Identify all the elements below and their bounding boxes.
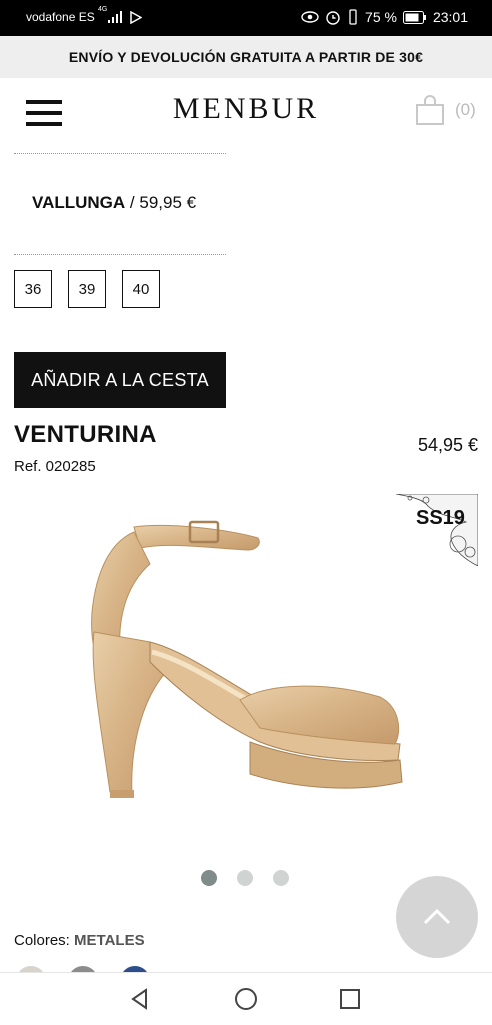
size-selector: 36 39 40 xyxy=(14,270,160,308)
promo-banner[interactable]: ENVÍO Y DEVOLUCIÓN GRATUITA A PARTIR DE … xyxy=(0,36,492,78)
carousel-dot[interactable] xyxy=(273,870,289,886)
previous-product-separator: / xyxy=(125,193,140,212)
colors-label: Colores: xyxy=(14,932,75,949)
battery-icon xyxy=(402,10,426,24)
previous-product-line[interactable]: VALLUNGA / 59,95 € xyxy=(32,193,196,213)
alarm-icon xyxy=(326,11,340,25)
size-option[interactable]: 40 xyxy=(122,270,160,308)
season-badge: SS19 xyxy=(396,494,478,566)
eye-icon xyxy=(301,11,319,23)
carrier-name: vodafone ES xyxy=(26,10,95,24)
carousel-dot[interactable] xyxy=(237,870,253,886)
back-icon[interactable] xyxy=(128,987,152,1011)
clock: 23:01 xyxy=(432,9,468,25)
vibrate-icon xyxy=(349,9,357,25)
divider xyxy=(14,153,226,154)
shopping-bag-icon[interactable] xyxy=(414,94,446,126)
size-option[interactable]: 36 xyxy=(14,270,52,308)
site-header: MENBUR (0) xyxy=(0,78,492,148)
badge-text: SS19 xyxy=(416,507,465,529)
recents-icon[interactable] xyxy=(338,987,362,1011)
play-store-icon xyxy=(130,11,142,24)
carousel-dot[interactable] xyxy=(201,870,217,886)
size-option[interactable]: 39 xyxy=(68,270,106,308)
divider xyxy=(14,254,226,255)
product-reference: Ref. 020285 xyxy=(14,458,96,475)
chevron-up-icon xyxy=(423,908,451,925)
scroll-to-top-button[interactable] xyxy=(396,876,478,958)
cart-count[interactable]: (0) xyxy=(455,100,476,120)
colors-line: Colores: METALES xyxy=(14,932,145,949)
system-nav-bar xyxy=(0,972,492,1025)
signal-icon xyxy=(108,11,122,23)
status-bar: vodafone ES 4G 75 % 23:01 xyxy=(0,0,492,36)
previous-product-price: 59,95 € xyxy=(139,193,197,212)
network-type: 4G xyxy=(98,6,108,13)
image-carousel-dots xyxy=(201,870,289,886)
previous-product-name: VALLUNGA xyxy=(32,193,126,212)
promo-text: ENVÍO Y DEVOLUCIÓN GRATUITA A PARTIR DE … xyxy=(68,49,424,65)
product-price: 54,95 € xyxy=(417,435,478,455)
home-icon[interactable] xyxy=(234,987,258,1011)
colors-value: METALES xyxy=(74,932,145,949)
add-to-cart-button[interactable]: AÑADIR A LA CESTA xyxy=(14,352,226,408)
battery-percent: 75 % xyxy=(365,9,397,25)
product-name: VENTURINA xyxy=(14,421,157,448)
